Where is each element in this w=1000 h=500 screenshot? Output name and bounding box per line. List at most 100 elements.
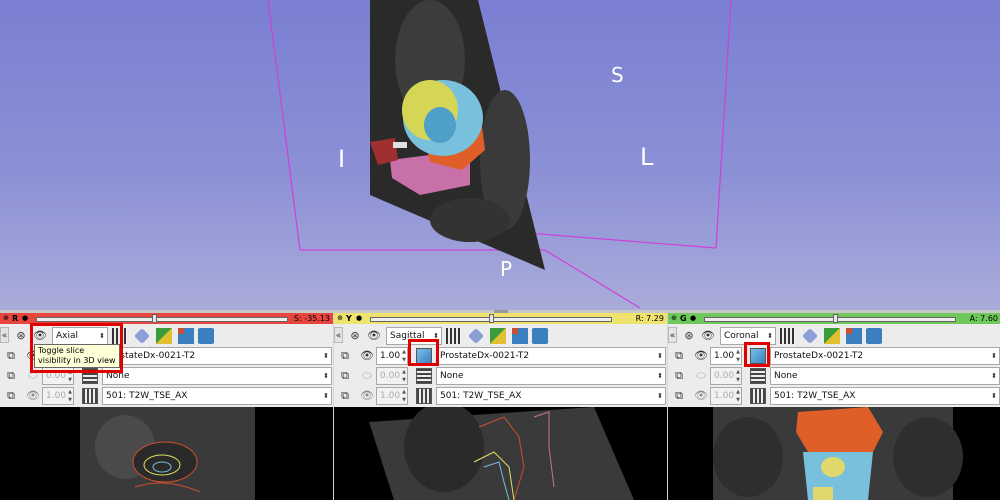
foreground-volume-select[interactable]: ProstateDx-0021-T2 ⬍	[102, 347, 332, 365]
background-opacity-spinbox[interactable]: 1.00 ▲ ▼	[42, 387, 74, 405]
foreground-volume-select[interactable]: ProstateDx-0021-T2 ⬍	[770, 347, 1000, 365]
orientation-select[interactable]: Axial ⬍	[52, 327, 108, 345]
outline-toggle-icon[interactable]	[750, 348, 766, 364]
label-volume-select[interactable]: None ⬍	[102, 367, 332, 385]
layout-grid-icon[interactable]	[446, 328, 462, 344]
background-link-icon[interactable]: ⧉	[2, 387, 20, 405]
label-volume-select[interactable]: None ⬍	[436, 367, 666, 385]
pin-icon[interactable]: ⊕	[670, 313, 678, 324]
label-grid-icon[interactable]	[416, 368, 432, 384]
slice-view-green[interactable]	[668, 407, 1000, 500]
collapse-button[interactable]: «	[668, 327, 677, 343]
collapse-button[interactable]: «	[334, 327, 343, 343]
label-link-icon[interactable]: ⧉	[336, 367, 354, 385]
orientation-select[interactable]: Coronal ⬍	[720, 327, 776, 345]
link-icon[interactable]: ●	[690, 313, 696, 324]
slice-offset-value: S: -35.13	[293, 314, 330, 323]
slice-offset-slider[interactable]	[704, 314, 956, 323]
crosshair-icon[interactable]: ⊛	[680, 327, 698, 345]
label-visibility-icon[interactable]: ⬭	[358, 367, 376, 385]
crosshair-icon[interactable]: ⊛	[346, 327, 364, 345]
label-grid-icon[interactable]	[750, 368, 766, 384]
background-volume-select[interactable]: 501: T2W_TSE_AX ⬍	[436, 387, 666, 405]
fiducial-icon[interactable]	[468, 328, 484, 344]
rotate-to-volume-icon[interactable]	[532, 328, 548, 344]
reformat-icon[interactable]	[178, 328, 194, 344]
view-letter: R	[12, 314, 19, 323]
label-link-icon[interactable]: ⧉	[2, 367, 20, 385]
layout-grid-icon[interactable]	[780, 328, 796, 344]
background-volume-select[interactable]: 501: T2W_TSE_AX ⬍	[102, 387, 332, 405]
label-link-icon[interactable]: ⧉	[670, 367, 688, 385]
orientation-select[interactable]: Sagittal ⬍	[386, 327, 442, 345]
link-icon[interactable]: ●	[22, 313, 28, 324]
rotate-to-volume-icon[interactable]	[198, 328, 214, 344]
background-opacity-spinbox[interactable]: 1.00 ▲ ▼	[710, 387, 742, 405]
eye-toggle-icon[interactable]: 👁	[31, 327, 49, 345]
background-volume-select[interactable]: 501: T2W_TSE_AX ⬍	[770, 387, 1000, 405]
pin-icon[interactable]: ⊕	[336, 313, 344, 324]
foreground-visibility-icon[interactable]: 👁	[358, 347, 376, 365]
slider-thumb[interactable]	[489, 314, 494, 323]
foreground-volume-select[interactable]: ProstateDx-0021-T2 ⬍	[436, 347, 666, 365]
background-link-icon[interactable]: ⧉	[336, 387, 354, 405]
foreground-opacity-value: 1.00	[714, 351, 735, 361]
fiducial-icon[interactable]	[134, 328, 150, 344]
label-volume-select[interactable]: None ⬍	[770, 367, 1000, 385]
label-visibility-icon[interactable]: ⬭	[24, 367, 42, 385]
background-grid-icon[interactable]	[750, 388, 766, 404]
blend-icon[interactable]	[824, 328, 840, 344]
label-grid-icon[interactable]	[82, 368, 98, 384]
tooltip-line-1: Toggle slice	[38, 346, 85, 355]
crosshair-icon[interactable]: ⊛	[12, 327, 30, 345]
background-grid-icon[interactable]	[416, 388, 432, 404]
pin-icon[interactable]: ⊕	[2, 313, 10, 324]
orientation-value: Axial	[56, 331, 78, 341]
background-grid-icon[interactable]	[82, 388, 98, 404]
background-volume-value: 501: T2W_TSE_AX	[106, 391, 188, 401]
orientation-label-inferior: I	[338, 145, 346, 173]
slice-panel-yellow: ⊕ Y ● R: 7.29 « ⊛ 👁 Sagittal ⬍ ⧉ 👁 1.00 …	[334, 313, 667, 500]
orientation-value: Sagittal	[390, 331, 425, 341]
link-icon[interactable]: ●	[356, 313, 362, 324]
tooltip-line-2: visibility in 3D view	[38, 356, 116, 365]
background-visibility-icon[interactable]: 👁	[24, 387, 42, 405]
fiducial-icon[interactable]	[802, 328, 818, 344]
slider-thumb[interactable]	[152, 314, 158, 323]
background-opacity-value: 1.00	[380, 391, 401, 401]
collapse-button[interactable]: «	[0, 327, 9, 343]
foreground-link-icon[interactable]: ⧉	[2, 347, 20, 365]
eye-toggle-icon[interactable]: 👁	[699, 327, 717, 345]
slice-panel-red: ⊕ R ● S: -35.13 « ⊛ 👁 Axial ⬍ ⧉ 👁 Prosta…	[0, 313, 333, 500]
foreground-opacity-spinbox[interactable]: 1.00▲▼	[376, 347, 408, 365]
background-visibility-icon[interactable]: 👁	[692, 387, 710, 405]
blend-icon[interactable]	[156, 328, 172, 344]
layout-grid-icon[interactable]	[112, 328, 128, 344]
slice-view-yellow[interactable]	[334, 407, 667, 500]
foreground-link-icon[interactable]: ⧉	[670, 347, 688, 365]
slider-thumb[interactable]	[833, 314, 839, 323]
label-opacity-spinbox[interactable]: 0.00 ▲ ▼	[710, 367, 742, 385]
label-opacity-spinbox[interactable]: 0.00 ▲ ▼	[42, 367, 74, 385]
slice-view-red[interactable]	[0, 407, 333, 500]
reformat-icon[interactable]	[512, 328, 528, 344]
foreground-visibility-icon[interactable]: 👁	[692, 347, 710, 365]
background-opacity-spinbox[interactable]: 1.00 ▲ ▼	[376, 387, 408, 405]
reformat-icon[interactable]	[846, 328, 862, 344]
3d-view[interactable]: S I L P	[0, 0, 1000, 310]
background-visibility-icon[interactable]: 👁	[358, 387, 376, 405]
eye-toggle-icon[interactable]: 👁	[365, 327, 383, 345]
slice-offset-bar: ⊕ R ● S: -35.13	[0, 313, 333, 324]
label-opacity-spinbox[interactable]: 0.00 ▲ ▼	[376, 367, 408, 385]
blend-icon[interactable]	[490, 328, 506, 344]
label-visibility-icon[interactable]: ⬭	[692, 367, 710, 385]
outline-toggle-icon[interactable]	[416, 348, 432, 364]
rotate-to-volume-icon[interactable]	[866, 328, 882, 344]
foreground-link-icon[interactable]: ⧉	[336, 347, 354, 365]
foreground-opacity-spinbox[interactable]: 1.00▲▼	[710, 347, 742, 365]
slice-offset-slider[interactable]	[370, 314, 612, 323]
slice-offset-slider[interactable]	[36, 314, 288, 323]
label-volume-value: None	[774, 371, 798, 381]
background-link-icon[interactable]: ⧉	[670, 387, 688, 405]
background-volume-value: 501: T2W_TSE_AX	[774, 391, 856, 401]
